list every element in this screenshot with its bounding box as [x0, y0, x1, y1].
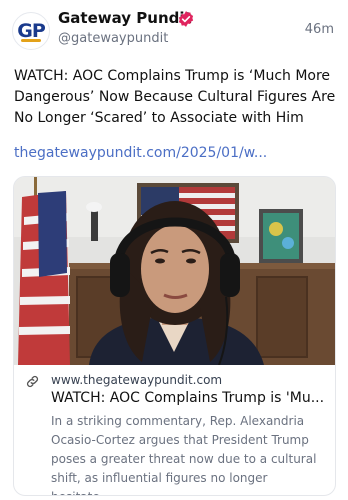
- card-title[interactable]: WATCH: AOC Complains Trump is 'Mu...: [51, 390, 327, 406]
- post-header: GP Gateway Pundit @gatewaypundit 46m: [0, 0, 348, 56]
- card-meta[interactable]: www.thegatewaypundit.com WATCH: AOC Comp…: [14, 365, 335, 495]
- link-preview-card[interactable]: www.thegatewaypundit.com WATCH: AOC Comp…: [13, 176, 336, 496]
- avatar[interactable]: GP: [12, 12, 50, 50]
- card-domain: www.thegatewaypundit.com: [51, 373, 223, 387]
- link-icon: [26, 375, 39, 388]
- post-text: WATCH: AOC Complains Trump is ‘Much More…: [14, 68, 336, 126]
- card-description: In a striking commentary, Rep. Alexandri…: [51, 414, 317, 495]
- author-handle[interactable]: @gatewaypundit: [58, 31, 168, 46]
- avatar-swoosh: [21, 39, 41, 42]
- post-timestamp[interactable]: 46m: [305, 22, 334, 37]
- author-name[interactable]: Gateway Pundit: [58, 9, 192, 27]
- post-link[interactable]: thegatewaypundit.com/2025/01/w...: [14, 145, 334, 161]
- card-image[interactable]: [14, 177, 335, 365]
- verified-badge-icon: [178, 11, 194, 27]
